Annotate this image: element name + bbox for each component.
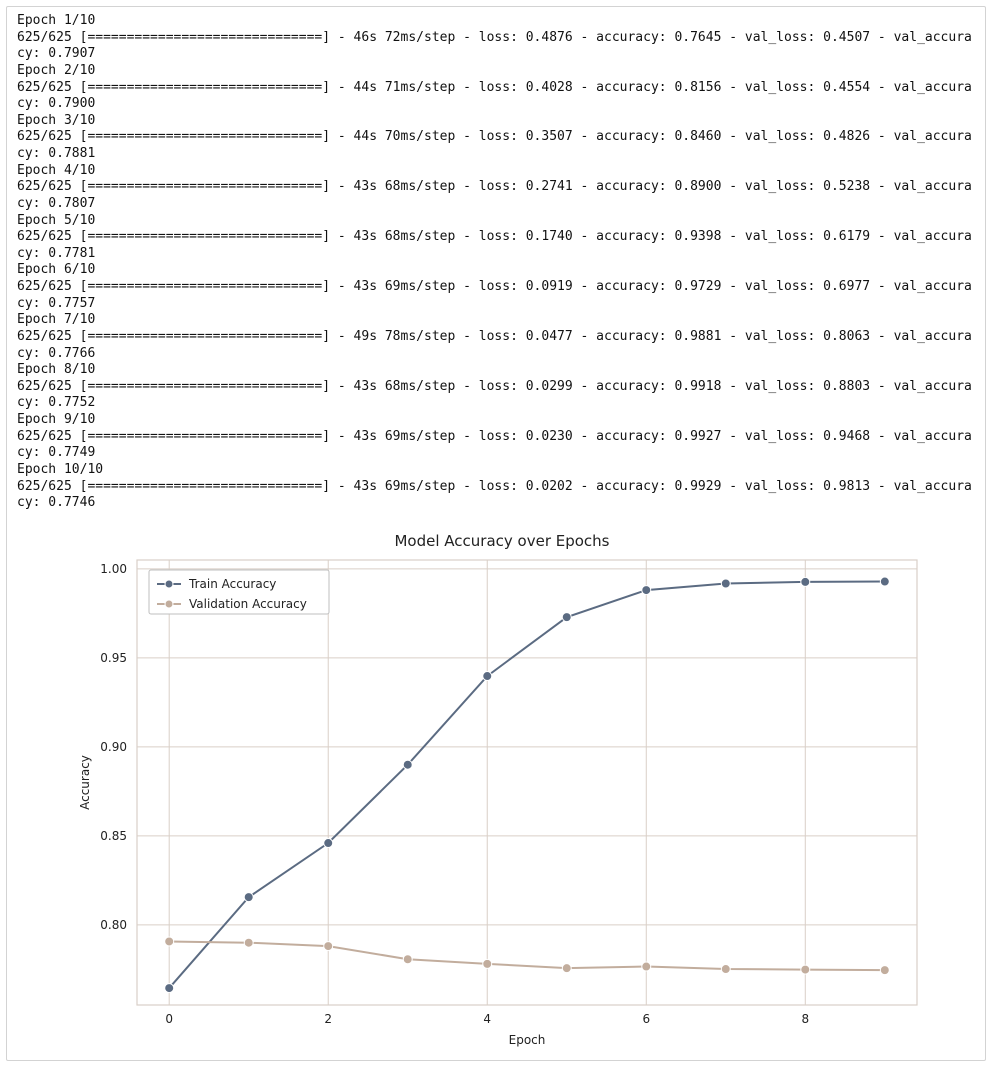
y-tick-label: 0.85 [100,829,127,843]
data-point [165,983,174,992]
data-point [483,959,492,968]
y-tick-label: 1.00 [100,562,127,576]
data-point [244,938,253,947]
x-tick-label: 2 [324,1012,332,1026]
y-tick-label: 0.80 [100,918,127,932]
series-line [169,941,885,970]
data-point [880,577,889,586]
data-point [403,955,412,964]
data-point [403,760,412,769]
data-point [880,965,889,974]
y-tick-label: 0.90 [100,740,127,754]
data-point [801,577,810,586]
x-axis-label: Epoch [509,1033,546,1047]
x-tick-label: 8 [801,1012,809,1026]
y-tick-label: 0.95 [100,651,127,665]
data-point [721,579,730,588]
legend-swatch-point [165,600,173,608]
legend-label: Train Accuracy [188,577,276,591]
data-point [801,965,810,974]
data-point [562,963,571,972]
data-point [165,937,174,946]
data-point [483,671,492,680]
chart-title: Model Accuracy over Epochs [394,532,609,550]
data-point [642,585,651,594]
series-line [169,581,885,988]
notebook-output-cell: Epoch 1/10 625/625 [====================… [6,6,986,1061]
data-point [562,612,571,621]
data-point [324,838,333,847]
data-point [324,941,333,950]
legend-swatch-point [165,580,173,588]
legend-label: Validation Accuracy [189,597,307,611]
data-point [721,964,730,973]
data-point [642,962,651,971]
y-axis-label: Accuracy [78,755,92,810]
x-tick-label: 6 [642,1012,650,1026]
x-tick-label: 0 [165,1012,173,1026]
training-log: Epoch 1/10 625/625 [====================… [17,13,975,512]
chart-svg: Model Accuracy over Epochs 0 2 4 6 8 0.80 0.85 0… [67,530,937,1050]
x-tick-label: 4 [483,1012,491,1026]
accuracy-chart: Model Accuracy over Epochs 0 2 4 6 8 0.80 0.85 0… [67,530,937,1050]
plot-area [137,560,917,1005]
data-point [244,892,253,901]
